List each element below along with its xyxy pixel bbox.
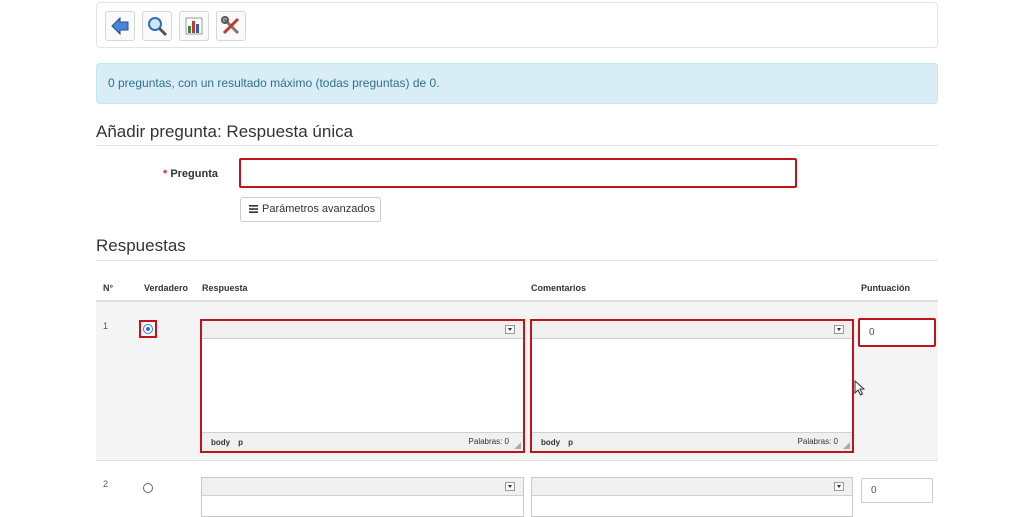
word-count: Palabras: 0 xyxy=(468,437,509,446)
editor-statusbar: body p Palabras: 0 xyxy=(202,432,523,451)
toolbar xyxy=(96,2,938,48)
correct-radio[interactable] xyxy=(143,483,153,493)
word-count: Palabras: 0 xyxy=(797,437,838,446)
editor-toolbar xyxy=(532,478,852,496)
resize-grip-icon[interactable] xyxy=(514,442,521,449)
pregunta-input[interactable] xyxy=(239,158,797,188)
col-header-num: N° xyxy=(103,283,114,293)
settings-button[interactable] xyxy=(216,11,246,41)
required-mark: * xyxy=(163,168,168,180)
answer-editor[interactable] xyxy=(201,477,524,517)
form-title: Añadir pregunta: Respuesta única xyxy=(96,122,354,141)
info-alert: 0 preguntas, con un resultado máximo (to… xyxy=(96,63,938,104)
col-header-comments: Comentarios xyxy=(531,283,587,293)
comments-editor[interactable] xyxy=(531,477,853,517)
tools-icon xyxy=(221,16,240,35)
path-body[interactable]: body xyxy=(541,438,560,447)
back-button[interactable] xyxy=(105,11,135,41)
editor-toolbar xyxy=(202,478,523,496)
results-button[interactable] xyxy=(179,11,209,41)
path-body[interactable]: body xyxy=(211,438,230,447)
editor-dropdown-icon[interactable] xyxy=(834,482,844,491)
pregunta-label: * Pregunta xyxy=(150,168,218,180)
editor-element-path: body p xyxy=(541,438,573,447)
advanced-parameters-label: Parámetros avanzados xyxy=(262,203,376,215)
answers-title: Respuestas xyxy=(96,236,186,255)
bar-chart-icon xyxy=(185,17,203,35)
correct-radio[interactable] xyxy=(143,324,153,334)
score-input[interactable]: 0 xyxy=(858,318,936,347)
editor-dropdown-icon[interactable] xyxy=(505,325,515,334)
menu-icon xyxy=(249,205,258,214)
row-divider xyxy=(96,460,938,461)
resize-grip-icon[interactable] xyxy=(843,442,850,449)
answer-editor[interactable]: body p Palabras: 0 xyxy=(200,319,525,453)
path-p[interactable]: p xyxy=(238,438,243,447)
correct-radio-wrapper xyxy=(139,320,157,338)
divider xyxy=(96,260,938,261)
back-arrow-icon xyxy=(111,16,129,36)
editor-toolbar xyxy=(532,321,852,339)
advanced-parameters-button[interactable]: Parámetros avanzados xyxy=(240,197,381,222)
editor-toolbar xyxy=(202,321,523,339)
editor-element-path: body p xyxy=(211,438,243,447)
row-number: 2 xyxy=(103,479,109,489)
path-p[interactable]: p xyxy=(568,438,573,447)
row-number: 1 xyxy=(103,321,109,331)
score-input[interactable]: 0 xyxy=(861,478,933,503)
editor-dropdown-icon[interactable] xyxy=(505,482,515,491)
col-header-correct: Verdadero xyxy=(144,283,189,293)
col-header-answer: Respuesta xyxy=(202,283,248,293)
editor-statusbar: body p Palabras: 0 xyxy=(532,432,852,451)
divider xyxy=(96,145,938,146)
magnifier-icon xyxy=(148,17,168,37)
pregunta-label-text: Pregunta xyxy=(170,168,218,180)
comments-editor[interactable]: body p Palabras: 0 xyxy=(530,319,854,453)
preview-button[interactable] xyxy=(142,11,172,41)
mouse-cursor-icon xyxy=(854,380,866,396)
editor-dropdown-icon[interactable] xyxy=(834,325,844,334)
col-header-score: Puntuación xyxy=(861,283,910,293)
